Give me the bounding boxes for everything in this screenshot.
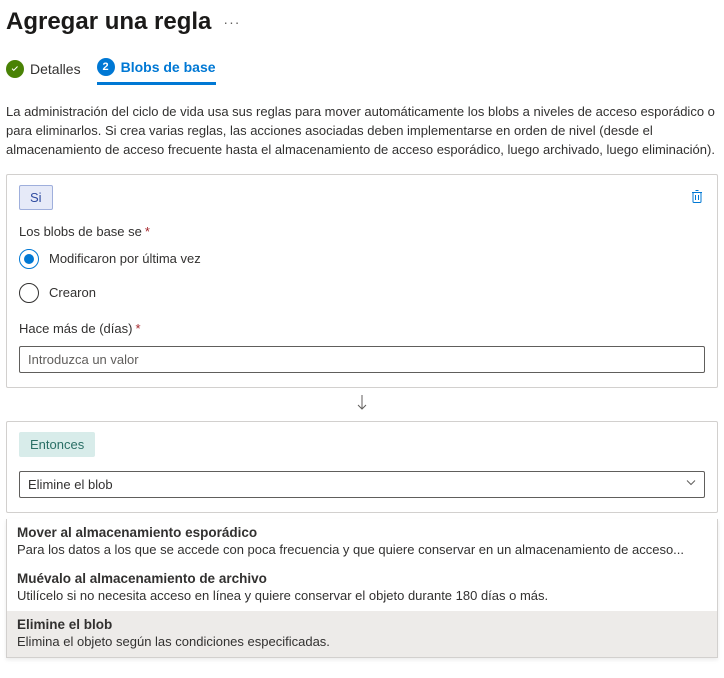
- tab-details-label: Detalles: [30, 61, 81, 77]
- option-subtitle: Utilícelo si no necesita acceso en línea…: [17, 588, 707, 603]
- base-blobs-label: Los blobs de base se*: [19, 224, 705, 239]
- tab-base-blobs-label: Blobs de base: [121, 59, 216, 75]
- option-title: Elimine el blob: [17, 617, 707, 632]
- days-label: Hace más de (días)*: [19, 321, 705, 336]
- then-action-card: Entonces Elimine el blob: [6, 421, 718, 513]
- more-icon[interactable]: ···: [223, 14, 240, 30]
- if-condition-card: Si Los blobs de base se* Modificaron por…: [6, 174, 718, 388]
- base-blobs-radio-group: Modificaron por última vez Crearon: [19, 249, 705, 303]
- option-subtitle: Elimina el objeto según las condiciones …: [17, 634, 707, 649]
- days-input[interactable]: [19, 346, 705, 373]
- radio-icon: [19, 249, 39, 269]
- if-chip: Si: [19, 185, 53, 210]
- step-number-icon: 2: [97, 58, 115, 76]
- description-text: La administración del ciclo de vida usa …: [6, 103, 718, 160]
- check-circle-icon: [6, 60, 24, 78]
- option-delete-blob[interactable]: Elimine el blob Elimina el objeto según …: [7, 611, 717, 657]
- option-move-cool[interactable]: Mover al almacenamiento esporádico Para …: [7, 519, 717, 565]
- arrow-down-icon: [6, 394, 718, 417]
- action-dropdown: Mover al almacenamiento esporádico Para …: [6, 519, 718, 658]
- option-title: Muévalo al almacenamiento de archivo: [17, 571, 707, 586]
- tab-details[interactable]: Detalles: [6, 60, 81, 84]
- then-chip: Entonces: [19, 432, 95, 457]
- option-title: Mover al almacenamiento esporádico: [17, 525, 707, 540]
- action-select[interactable]: Elimine el blob: [19, 471, 705, 498]
- tab-base-blobs[interactable]: 2 Blobs de base: [97, 58, 216, 85]
- radio-last-modified-label: Modificaron por última vez: [49, 251, 201, 266]
- radio-last-modified[interactable]: Modificaron por última vez: [19, 249, 705, 269]
- step-tabs: Detalles 2 Blobs de base: [6, 58, 718, 85]
- page-title: Agregar una regla: [6, 8, 211, 36]
- radio-created[interactable]: Crearon: [19, 283, 705, 303]
- option-subtitle: Para los datos a los que se accede con p…: [17, 542, 707, 557]
- radio-created-label: Crearon: [49, 285, 96, 300]
- radio-icon: [19, 283, 39, 303]
- delete-icon[interactable]: [689, 188, 705, 207]
- option-move-archive[interactable]: Muévalo al almacenamiento de archivo Uti…: [7, 565, 717, 611]
- action-select-value: Elimine el blob: [28, 477, 113, 492]
